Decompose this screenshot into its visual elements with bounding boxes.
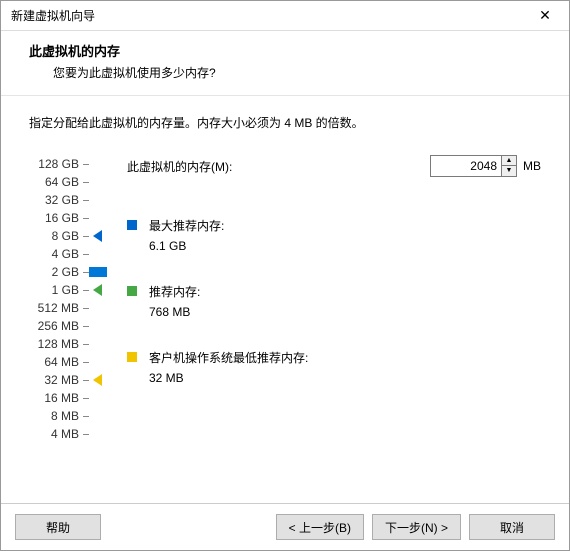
max-recommended-label: 最大推荐内存:	[149, 217, 224, 235]
triangle-marker-icon	[93, 284, 102, 296]
tick-label: 1 GB	[52, 281, 79, 299]
page-title: 此虚拟机的内存	[29, 41, 541, 60]
titlebar: 新建虚拟机向导 ✕	[1, 1, 569, 31]
min-recommended-label: 客户机操作系统最低推荐内存:	[149, 349, 308, 367]
square-icon-green	[127, 286, 137, 296]
triangle-marker-icon	[93, 230, 102, 242]
tick-label: 4 MB	[51, 425, 79, 443]
tick-label: 16 MB	[44, 389, 79, 407]
page-subtitle: 您要为此虚拟机使用多少内存?	[53, 64, 541, 81]
square-icon-blue	[127, 220, 137, 230]
tick-label: 128 MB	[38, 335, 79, 353]
tick-label: 32 MB	[44, 371, 79, 389]
tick-label: 8 GB	[52, 227, 79, 245]
tick-label: 128 GB	[38, 155, 79, 173]
recommended-row: 推荐内存: 768 MB	[127, 283, 541, 321]
square-icon-yellow	[127, 352, 137, 362]
memory-spinbox: ▲ ▼ MB	[430, 155, 541, 177]
min-recommended-value: 32 MB	[149, 369, 308, 387]
min-recommended-row: 客户机操作系统最低推荐内存: 32 MB	[127, 349, 541, 387]
cancel-button[interactable]: 取消	[469, 514, 555, 540]
memory-tick-labels: 128 GB64 GB32 GB16 GB8 GB4 GB2 GB1 GB512…	[29, 155, 79, 443]
tick-label: 64 MB	[44, 353, 79, 371]
memory-field-label: 此虚拟机的内存(M):	[127, 158, 232, 175]
recommended-label: 推荐内存:	[149, 283, 200, 301]
tick-label: 16 GB	[45, 209, 79, 227]
memory-slider[interactable]	[83, 155, 109, 443]
tick-label: 32 GB	[45, 191, 79, 209]
tick-label: 2 GB	[52, 263, 79, 281]
tick-label: 512 MB	[38, 299, 79, 317]
wizard-footer: 帮助 < 上一步(B) 下一步(N) > 取消	[1, 503, 569, 550]
back-button[interactable]: < 上一步(B)	[276, 514, 364, 540]
close-icon[interactable]: ✕	[531, 7, 559, 24]
spin-down-icon[interactable]: ▼	[502, 166, 516, 176]
tick-label: 64 GB	[45, 173, 79, 191]
wizard-body: 指定分配给此虚拟机的内存量。内存大小必须为 4 MB 的倍数。 128 GB64…	[1, 96, 569, 503]
memory-input[interactable]	[430, 155, 502, 177]
wizard-header: 此虚拟机的内存 您要为此虚拟机使用多少内存?	[1, 31, 569, 96]
tick-label: 8 MB	[51, 407, 79, 425]
tick-label: 256 MB	[38, 317, 79, 335]
instruction-text: 指定分配给此虚拟机的内存量。内存大小必须为 4 MB 的倍数。	[29, 114, 541, 131]
max-recommended-row: 最大推荐内存: 6.1 GB	[127, 217, 541, 255]
next-button[interactable]: 下一步(N) >	[372, 514, 461, 540]
max-recommended-value: 6.1 GB	[149, 237, 224, 255]
window-title: 新建虚拟机向导	[11, 7, 95, 24]
memory-unit: MB	[523, 159, 541, 173]
spin-up-icon[interactable]: ▲	[502, 156, 516, 166]
triangle-marker-icon	[93, 374, 102, 386]
recommended-value: 768 MB	[149, 303, 200, 321]
tick-label: 4 GB	[52, 245, 79, 263]
slider-thumb[interactable]	[89, 267, 107, 277]
help-button[interactable]: 帮助	[15, 514, 101, 540]
